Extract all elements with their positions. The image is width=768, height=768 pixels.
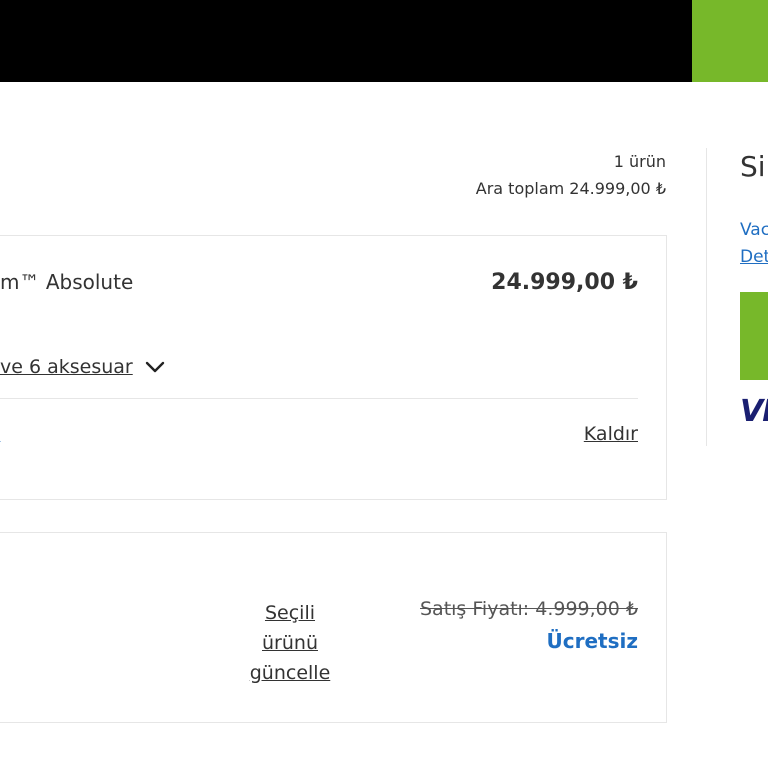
cart-subtotal: Ara toplam 24.999,00 ₺ [475,179,666,198]
card-divider [0,398,638,399]
checkout-button[interactable] [740,292,768,380]
cart-summary-meta: 1 ürün Ara toplam 24.999,00 ₺ [476,148,666,202]
update-selected-product-button[interactable]: Seçili ürünü güncelle [236,598,344,688]
accessories-label[interactable]: ve 6 aksesuar [0,356,133,378]
summary-link-primary[interactable]: Vac [740,220,768,240]
accessories-toggle[interactable]: ve 6 aksesuar [0,356,165,378]
offer-free-price: Ücretsiz [546,629,638,653]
offer-old-price: Satış Fiyatı: 4.999,00 ₺ [420,598,638,620]
order-summary-title: Sip [740,150,768,183]
sidebar-divider [706,148,707,446]
remove-button[interactable]: Kaldır [584,423,638,445]
product-price: 24.999,00 ₺ [491,270,638,295]
site-header [0,0,692,82]
summary-details-link[interactable]: Det [740,247,768,267]
cart-item-count: 1 ürün [613,152,666,171]
product-name[interactable]: m™ Absolute [0,270,133,294]
visa-logo: VI [740,394,768,429]
chevron-down-icon[interactable] [145,360,165,374]
header-accent-button[interactable] [692,0,768,82]
